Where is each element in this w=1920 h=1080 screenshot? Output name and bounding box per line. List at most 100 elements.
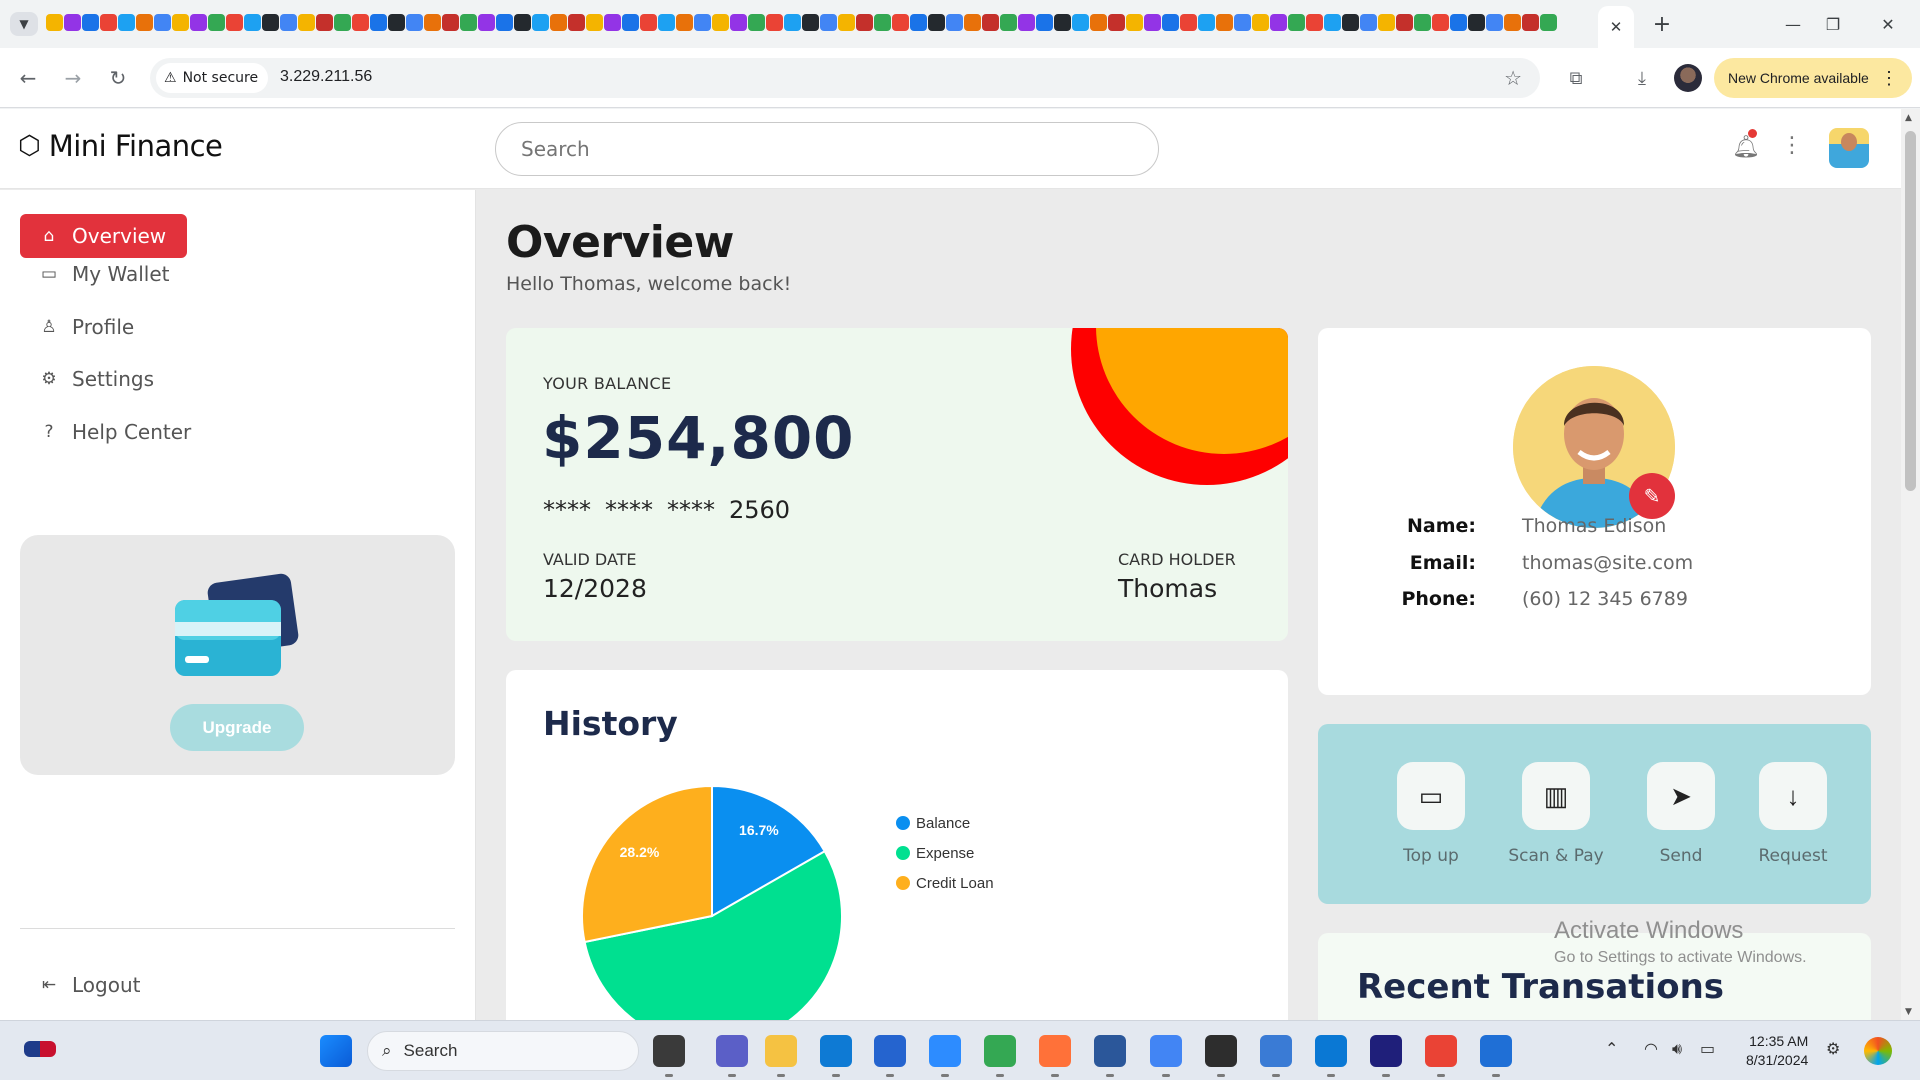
sidebar-item-my-wallet[interactable]: ▭ My Wallet [20, 252, 187, 296]
file-explorer-icon[interactable] [765, 1035, 797, 1067]
tab-search-chevron-icon[interactable]: ▼ [10, 12, 38, 36]
tab-favicon-icon[interactable] [370, 14, 387, 31]
tab-favicon-icon[interactable] [478, 14, 495, 31]
tab-favicon-icon[interactable] [964, 14, 981, 31]
tab-favicon-icon[interactable] [1486, 14, 1503, 31]
tab-favicon-icon[interactable] [136, 14, 153, 31]
close-window-button[interactable]: ✕ [1865, 8, 1911, 40]
tab-favicon-icon[interactable] [316, 14, 333, 31]
media-encoder-icon[interactable] [1370, 1035, 1402, 1067]
arrow-down-icon[interactable]: ↓ [1759, 762, 1827, 830]
zoom-icon[interactable] [929, 1035, 961, 1067]
tab-favicon-icon[interactable] [298, 14, 315, 31]
windows-start-icon[interactable] [320, 1035, 352, 1067]
defender-icon[interactable] [1480, 1035, 1512, 1067]
tab-favicon-icon[interactable] [802, 14, 819, 31]
tab-favicon-icon[interactable] [946, 14, 963, 31]
tab-favicon-icon[interactable] [1036, 14, 1053, 31]
tab-favicon-icon[interactable] [1342, 14, 1359, 31]
chrome-icon[interactable] [984, 1035, 1016, 1067]
extensions-icon[interactable]: ⧉ [1562, 64, 1590, 92]
tab-favicon-icon[interactable] [694, 14, 711, 31]
tab-favicon-icon[interactable] [1378, 14, 1395, 31]
search-field[interactable] [495, 122, 1159, 176]
pie-slice-credit-loan[interactable] [581, 784, 713, 944]
sidebar-item-help-center[interactable]: ? Help Center [20, 410, 220, 454]
tab-favicon-icon[interactable] [424, 14, 441, 31]
browser-menu-icon[interactable]: ⋮ [1880, 68, 1898, 89]
tab-favicon-icon[interactable] [226, 14, 243, 31]
forward-arrow-icon[interactable]: → [59, 64, 87, 92]
tab-favicon-icon[interactable] [442, 14, 459, 31]
tab-favicon-icon[interactable] [730, 14, 747, 31]
edit-profile-button[interactable]: ✎ [1629, 473, 1675, 519]
tab-favicon-icon[interactable] [532, 14, 549, 31]
volume-icon[interactable]: 🔊︎ [1672, 1039, 1682, 1059]
tab-favicon-icon[interactable] [1288, 14, 1305, 31]
security-chip[interactable]: ⚠ Not secure [156, 63, 269, 93]
tab-favicon-icon[interactable] [262, 14, 279, 31]
tab-favicon-icon[interactable] [280, 14, 297, 31]
tab-favicon-icon[interactable] [1450, 14, 1467, 31]
scroll-down-arrow-icon[interactable]: ▼ [1905, 1007, 1912, 1017]
tab-favicon-icon[interactable] [712, 14, 729, 31]
tab-favicon-icon[interactable] [982, 14, 999, 31]
vscode-icon[interactable] [1315, 1035, 1347, 1067]
browser-profile-avatar[interactable] [1674, 64, 1702, 92]
page-scrollbar[interactable]: ▲ ▼ [1901, 109, 1920, 1020]
tab-favicon-icon[interactable] [1324, 14, 1341, 31]
tab-favicon-icon[interactable] [100, 14, 117, 31]
tab-favicon-icon[interactable] [64, 14, 81, 31]
battery-icon[interactable]: ▭ [1700, 1039, 1715, 1058]
tab-favicon-icon[interactable] [1216, 14, 1233, 31]
search-input[interactable] [496, 123, 1158, 175]
taskbar-clock[interactable]: 12:35 AM 8/31/2024 [1746, 1032, 1808, 1070]
chrome-profile-icon[interactable] [1425, 1035, 1457, 1067]
tab-favicon-icon[interactable] [1468, 14, 1485, 31]
tab-favicon-icon[interactable] [568, 14, 585, 31]
tab-favicon-icon[interactable] [118, 14, 135, 31]
wallet-icon[interactable]: ▭ [1397, 762, 1465, 830]
tab-favicon-icon[interactable] [1144, 14, 1161, 31]
active-tab[interactable]: ✕ [1598, 6, 1634, 48]
mlb-widget-icon[interactable] [24, 1041, 56, 1057]
taskbar-search[interactable]: ⌕ Search [367, 1031, 639, 1071]
firefox-icon[interactable] [1039, 1035, 1071, 1067]
tab-favicon-icon[interactable] [1252, 14, 1269, 31]
tab-favicon-icon[interactable] [622, 14, 639, 31]
tab-favicon-icon[interactable] [82, 14, 99, 31]
tab-favicon-icon[interactable] [1018, 14, 1035, 31]
word-icon[interactable] [1094, 1035, 1126, 1067]
file-manager-icon[interactable] [653, 1035, 685, 1067]
download-icon[interactable]: ⤓ [1628, 64, 1656, 92]
tab-favicon-icon[interactable] [1504, 14, 1521, 31]
tab-favicon-icon[interactable] [874, 14, 891, 31]
tab-favicon-icon[interactable] [1000, 14, 1017, 31]
tab-favicon-icon[interactable] [388, 14, 405, 31]
tab-favicon-icon[interactable] [928, 14, 945, 31]
tab-favicon-icon[interactable] [208, 14, 225, 31]
app-logo[interactable]: ⬡ Mini Finance [18, 129, 223, 163]
user-avatar[interactable] [1829, 128, 1869, 168]
tab-favicon-icon[interactable] [550, 14, 567, 31]
legend-item-balance[interactable]: Balance [896, 808, 994, 838]
bell-icon[interactable]: 🔔︎ [1732, 135, 1760, 160]
restore-button[interactable]: ❐ [1810, 8, 1856, 40]
action-request[interactable]: ↓ Request [1733, 762, 1853, 866]
tab-favicon-icon[interactable] [460, 14, 477, 31]
notification-center-icon[interactable]: ⚙ [1826, 1039, 1840, 1058]
tab-favicon-icon[interactable] [1072, 14, 1089, 31]
tab-favicon-icon[interactable] [1198, 14, 1215, 31]
tab-favicon-icon[interactable] [244, 14, 261, 31]
chrome-update-button[interactable]: New Chrome available ⋮ [1714, 58, 1912, 98]
close-tab-icon[interactable]: ✕ [1610, 18, 1623, 36]
sidebar-item-profile[interactable]: ♙ Profile [20, 305, 187, 349]
tab-favicon-icon[interactable] [172, 14, 189, 31]
action-send[interactable]: ➤ Send [1621, 762, 1741, 866]
url-text[interactable]: 3.229.211.56 [280, 68, 372, 86]
tab-favicon-icon[interactable] [1126, 14, 1143, 31]
upgrade-button[interactable]: Upgrade [170, 704, 304, 751]
tab-favicon-icon[interactable] [1396, 14, 1413, 31]
legend-item-expense[interactable]: Expense [896, 838, 994, 868]
tab-favicon-icon[interactable] [352, 14, 369, 31]
